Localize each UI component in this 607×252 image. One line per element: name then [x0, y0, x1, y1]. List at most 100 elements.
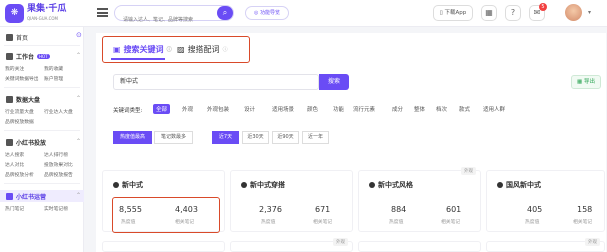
logo-name: 果集·千瓜: [27, 3, 67, 14]
message-icon[interactable]: ✉ 5: [529, 3, 547, 21]
sidebar-item-hot-notes[interactable]: 热门笔记: [5, 205, 24, 212]
fire-icon: [241, 182, 247, 188]
sidebar-item-brand-report[interactable]: 品牌投放报告: [44, 171, 73, 178]
category-tag: 外观: [333, 238, 348, 246]
top-bar: ❋ 果集·千瓜 QIAN-GUA.COM ⌕ ◎ 功能导览 ▯ 下载App ▦ …: [0, 0, 607, 27]
tab-search-collocation[interactable]: ▨ 搜搭配词 ⓘ: [177, 44, 228, 55]
sidebar-section-dashboard[interactable]: 数据大盘: [6, 95, 40, 104]
divider: [4, 87, 80, 88]
sidebar-item-kol-rank[interactable]: 达人排行榜: [44, 151, 68, 158]
card-title: 国风新中式: [497, 180, 541, 190]
question-icon[interactable]: ⓘ: [223, 46, 228, 53]
card-title: 新中式风格: [369, 180, 413, 190]
sidebar-item-following[interactable]: 我的关注: [5, 65, 24, 72]
category-5[interactable]: 颜色: [304, 104, 321, 114]
fire-icon: [497, 182, 503, 188]
sidebar-section-xhs-ops[interactable]: 小红书运营: [6, 192, 46, 201]
keyword-card[interactable]: 新中式穿搭 2,376 671 热度值 相关笔记: [230, 170, 353, 232]
tab-search-keyword[interactable]: ▣ 搜索关键词 ⓘ: [113, 44, 172, 55]
category-11[interactable]: 款式: [456, 104, 473, 114]
avatar[interactable]: [565, 4, 582, 21]
workbench-icon: [6, 53, 13, 60]
category-1[interactable]: 外观: [179, 104, 196, 114]
ops-icon: [6, 193, 13, 200]
category-2[interactable]: 外观包装: [204, 104, 232, 114]
keyword-input[interactable]: 新中式: [113, 74, 319, 90]
category-3[interactable]: 设计: [241, 104, 258, 114]
keyword-card[interactable]: [102, 241, 225, 252]
sidebar-item-home[interactable]: 首页: [6, 33, 28, 42]
download-app-button[interactable]: ▯ 下载App: [433, 5, 473, 21]
sidebar-item-account[interactable]: 账户管理: [44, 75, 63, 82]
notification-badge: 5: [539, 3, 547, 11]
category-10[interactable]: 档次: [433, 104, 450, 114]
sort-notes-chip[interactable]: 笔记数最多: [154, 131, 193, 144]
keyword-card[interactable]: [358, 241, 481, 252]
search-button[interactable]: 搜索: [319, 74, 349, 90]
sidebar-item-favorites[interactable]: 我的收藏: [44, 65, 63, 72]
sort-heat-chip[interactable]: 热度值最高: [113, 131, 152, 144]
sidebar-section-xhs-ads[interactable]: 小红书投放: [6, 138, 46, 147]
card-title: 新中式穿搭: [241, 180, 285, 190]
keyword-card[interactable]: 国风新中式 405 158 热度值 相关笔记: [486, 170, 605, 232]
export-button[interactable]: ▦ 导出: [571, 75, 601, 89]
heat-label: 热度值: [261, 220, 276, 225]
category-6[interactable]: 功能: [330, 104, 347, 114]
keyword-card[interactable]: 外观: [486, 238, 605, 252]
notes-label: 相关笔记: [313, 220, 333, 225]
logo-url: QIAN-GUA.COM: [27, 15, 59, 21]
category-tag: 外观: [461, 167, 476, 175]
chevron-up-icon[interactable]: ⌃: [76, 192, 81, 199]
pin-icon[interactable]: ⊙: [76, 31, 82, 39]
divider: [4, 130, 80, 131]
category-7[interactable]: 流行元素: [350, 104, 378, 114]
notes-label: 相关笔记: [441, 220, 461, 225]
sidebar-item-industry-kol[interactable]: 行业达人大盘: [44, 108, 73, 115]
keyword-card[interactable]: 外观: [230, 238, 353, 252]
sidebar-item-kol-compare[interactable]: 达人对比: [5, 161, 24, 168]
category-4[interactable]: 适用场景: [269, 104, 297, 114]
category-0[interactable]: 全部: [153, 104, 171, 114]
heat-label: 热度值: [525, 220, 540, 225]
search-input[interactable]: [115, 13, 210, 27]
divider: [4, 45, 80, 46]
notes-value: 158: [577, 205, 593, 214]
heat-label: 热度值: [389, 220, 404, 225]
divider: [4, 183, 80, 184]
grid-apps-icon[interactable]: ▦: [481, 5, 497, 21]
time-90d-chip[interactable]: 近90天: [272, 131, 299, 144]
time-1y-chip[interactable]: 近一年: [302, 131, 329, 144]
sidebar-item-keyword-export[interactable]: 关键词数据导出: [5, 75, 39, 82]
chevron-up-icon[interactable]: ⌃: [76, 52, 81, 59]
sidebar-item-industry-traffic[interactable]: 行业流量大盘: [5, 108, 34, 115]
section-title: 工作台: [16, 54, 35, 61]
question-icon[interactable]: ⓘ: [167, 46, 172, 53]
sidebar-section-workbench[interactable]: 工作台 HOT: [6, 52, 50, 61]
category-8[interactable]: 成分: [389, 104, 406, 114]
help-icon[interactable]: ?: [505, 5, 521, 21]
time-30d-chip[interactable]: 近30天: [242, 131, 269, 144]
category-12[interactable]: 适用人群: [480, 104, 508, 114]
sidebar-item-brand-analysis[interactable]: 品牌投放分析: [5, 171, 34, 178]
logo-mark-icon: ❋: [5, 4, 24, 23]
tag-icon: ▨: [177, 45, 185, 54]
chevron-down-icon[interactable]: ▾: [588, 9, 591, 16]
notes-label: 相关笔记: [573, 220, 593, 225]
keyword-card[interactable]: 外观 新中式风格 884 601 热度值 相关笔记: [358, 167, 481, 232]
sidebar: 首页 ⊙ 工作台 HOT ⌃ 我的关注 我的收藏 关键词数据导出 账户管理 数据大…: [0, 27, 84, 252]
time-7d-chip[interactable]: 近7天: [212, 131, 239, 144]
category-tag: 外观: [585, 238, 600, 246]
category-9[interactable]: 整体: [411, 104, 428, 114]
sidebar-item-realtime-rank[interactable]: 实时笔记榜: [44, 205, 68, 212]
sidebar-item-kol-search[interactable]: 达人搜索: [5, 151, 24, 158]
search-icon[interactable]: ⌕: [217, 6, 233, 20]
sidebar-item-effect-compare[interactable]: 投放效果对比: [44, 161, 73, 168]
menu-icon[interactable]: [97, 8, 108, 17]
sidebar-item-brand-data[interactable]: 品牌投放数据: [5, 118, 34, 125]
tab-label: 搜搭配词: [187, 45, 220, 54]
card-title: 新中式: [113, 180, 143, 190]
logo[interactable]: ❋ 果集·千瓜 QIAN-GUA.COM: [5, 4, 66, 23]
chevron-up-icon[interactable]: ⌃: [76, 138, 81, 145]
function-guide-button[interactable]: ◎ 功能导览: [245, 6, 289, 20]
chevron-up-icon[interactable]: ⌃: [76, 95, 81, 102]
